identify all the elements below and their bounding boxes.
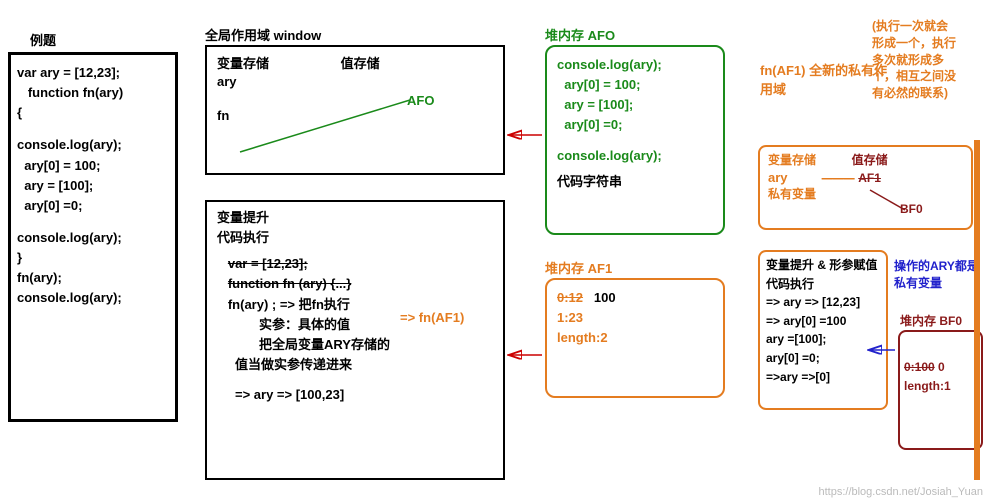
code-line: ary = [100]; [17, 176, 169, 196]
var-store-label: 变量存储 [768, 151, 848, 168]
exec-line: 把全局变量ARY存储的 [217, 335, 493, 355]
heap-line: ary[0] =0; [557, 115, 713, 135]
exec-line: => ary => [12,23] [766, 293, 880, 312]
val-store-label: 值存储 [852, 153, 888, 167]
priv-scope-exec: 变量提升 & 形参赋值 代码执行 => ary => [12,23] => ar… [758, 250, 888, 410]
exec-line: => ary => [100,23] [217, 385, 493, 405]
val-store-label: 值存储 [341, 56, 380, 71]
afo-pointer: AFO [407, 93, 434, 108]
vertical-bar [974, 140, 980, 480]
exec-line: ary[0] =0; [766, 349, 880, 368]
heap-line: ary[0] = 100; [557, 75, 713, 95]
code-panel: var ary = [12,23]; function fn(ary) { co… [8, 52, 178, 422]
fn-var: fn [217, 106, 493, 126]
exec-line: function fn (ary) {...} [217, 274, 493, 294]
heap-line: length:2 [557, 328, 713, 348]
heap-line: ary = [100]; [557, 95, 713, 115]
heap-line: 0:12 100 [557, 288, 713, 308]
exec-line: ary =[100]; [766, 330, 880, 349]
code-line: function fn(ary) [17, 83, 169, 103]
hoist-label: 变量提升 [217, 208, 493, 228]
exec-line: =>ary =>[0] [766, 368, 880, 387]
heap-line: 0:100 0 [904, 358, 977, 377]
code-line: fn(ary); [17, 268, 169, 288]
global-scope-exec: 变量提升 代码执行 var = [12,23]; function fn (ar… [205, 200, 505, 480]
priv-scope-label: fn(AF1) 全新的私有作用域 [760, 60, 890, 98]
af1-pointer: AF1 [858, 171, 881, 185]
priv-scope-vars: 变量存储 值存储 ary ——— AF1 私有变量 BF0 [758, 145, 973, 230]
heap-line: console.log(ary); [557, 55, 713, 75]
heap-line: 代码字符串 [557, 172, 713, 192]
exec-line: var = [12,23]; [217, 254, 493, 274]
priv-var-label: 私有变量 [768, 185, 963, 202]
heap-af1: 0:12 100 1:23 length:2 [545, 278, 725, 398]
ary-var: ary [217, 72, 493, 92]
bf0-title: 堆内存 BF0 [900, 312, 962, 329]
call-fn: => fn(AF1) [400, 310, 464, 325]
ary-var: ary [768, 170, 818, 185]
code-line: console.log(ary); [17, 228, 169, 248]
var-store-label: 变量存储 [217, 53, 337, 72]
global-scope-label: 全局作用域 window [205, 25, 321, 44]
exec-line: 变量提升 & 形参赋值 [766, 256, 880, 275]
op-ary-note: 操作的ARY都是 私有变量 [894, 258, 979, 292]
code-line: var ary = [12,23]; [17, 63, 169, 83]
heap0-title: 堆内存 AFO [545, 25, 615, 44]
heap-line: console.log(ary); [557, 146, 713, 166]
exec-line: 代码执行 [766, 275, 880, 294]
heap-line: length:1 [904, 377, 977, 396]
exec-line: => ary[0] =100 [766, 312, 880, 331]
exec-label: 代码执行 [217, 228, 493, 248]
global-scope-vars: 变量存储 值存储 ary AFO fn [205, 45, 505, 175]
code-line: console.log(ary); [17, 288, 169, 308]
bf0-pointer: BF0 [900, 202, 923, 216]
heap-afo: console.log(ary); ary[0] = 100; ary = [1… [545, 45, 725, 235]
heap-bf0: 0:100 0 length:1 [898, 330, 983, 450]
exec-line: 值当做实参传递进来 [217, 355, 493, 375]
code-line: } [17, 248, 169, 268]
code-line: { [17, 103, 169, 123]
code-line: console.log(ary); [17, 135, 169, 155]
code-line: ary[0] =0; [17, 196, 169, 216]
multi-exec-note: (执行一次就会 形成一个，执行 多次就形成多 个，相互之间没 有必然的联系) [872, 18, 956, 102]
code-line: ary[0] = 100; [17, 156, 169, 176]
watermark: https://blog.csdn.net/Josiah_Yuan [818, 486, 983, 498]
example-title: 例题 [30, 30, 56, 49]
heap-line: 1:23 [557, 308, 713, 328]
heap1-title: 堆内存 AF1 [545, 258, 612, 277]
